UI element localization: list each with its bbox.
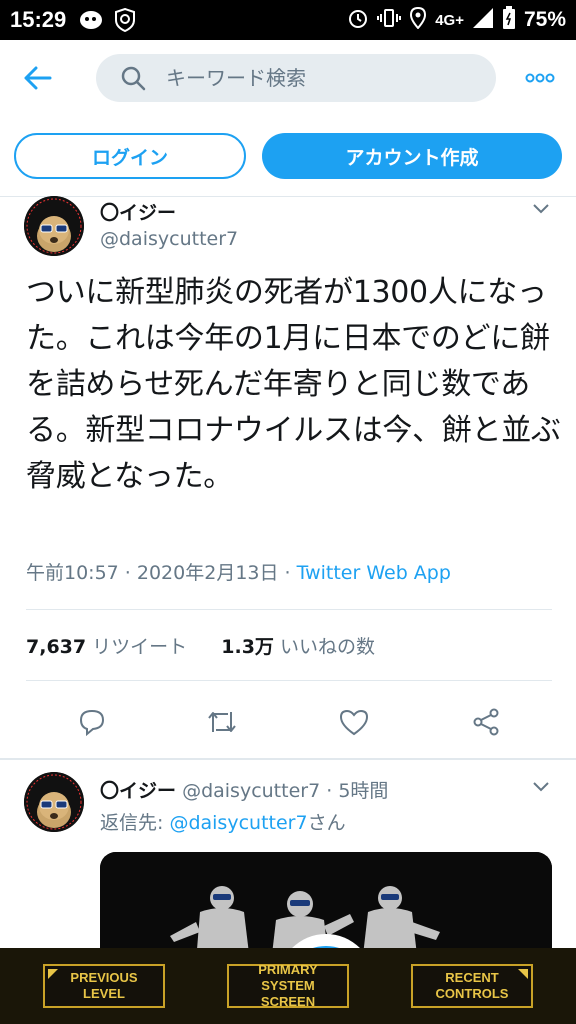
chevron-down-icon[interactable] [530, 198, 552, 220]
like-label[interactable]: いいねの数 [280, 636, 375, 658]
reply-suffix: さん [307, 812, 346, 834]
timestamp: 午前10:57 · 2020年2月13日 · [26, 562, 297, 584]
source-link[interactable]: Twitter Web App [297, 562, 451, 584]
network-type: 4G+ [435, 11, 464, 29]
display-name[interactable]: 〇イジー [100, 780, 176, 802]
corner-marker-icon [518, 969, 528, 979]
status-time: 15:29 [10, 7, 67, 32]
reply-header: 〇イジー @daisycutter7 · 5時間 [100, 780, 389, 802]
retweet-count[interactable]: 7,637 [26, 636, 86, 658]
share-icon[interactable] [470, 706, 502, 738]
primary-system-screen-button[interactable]: PRIMARY SYSTEM SCREEN [227, 962, 349, 1009]
retweet-icon[interactable] [206, 706, 238, 738]
search-input[interactable] [166, 66, 486, 90]
corner-marker-icon [48, 969, 58, 979]
accessibility-nav-overlay: PREVIOUS LEVEL PRIMARY SYSTEM SCREEN REC… [0, 948, 576, 1024]
vibrate-icon [377, 7, 402, 33]
heart-icon[interactable] [338, 706, 370, 738]
login-button[interactable]: ログイン [14, 133, 246, 179]
primary-system-screen-label: PRIMARY SYSTEM SCREEN [258, 962, 318, 1009]
chevron-down-icon[interactable] [530, 776, 552, 798]
tweet-meta: 午前10:57 · 2020年2月13日 · Twitter Web App [26, 558, 451, 585]
recent-controls-button[interactable]: RECENT CONTROLS [411, 964, 533, 1008]
avatar[interactable] [24, 772, 84, 832]
top-bar [0, 40, 576, 116]
signup-button[interactable]: アカウント作成 [262, 133, 562, 179]
recent-controls-label: RECENT CONTROLS [435, 970, 509, 1001]
search-bar[interactable] [96, 54, 496, 102]
user-handle[interactable]: @daisycutter7 [100, 228, 238, 250]
divider [0, 758, 576, 760]
time-ago[interactable]: 5時間 [338, 780, 388, 802]
retweet-label[interactable]: リツイート [92, 636, 187, 658]
app-notification-icon [78, 7, 104, 33]
tweet-text: ついに新型肺炎の死者が1300人になった。これは今年の1月に日本でのどに餅を詰め… [26, 275, 561, 494]
more-dots-icon[interactable] [520, 62, 560, 94]
reply-mention[interactable]: @daisycutter7 [169, 812, 307, 834]
location-icon [409, 6, 427, 33]
search-icon [118, 63, 148, 93]
battery-icon [502, 6, 516, 34]
reply-to: 返信先: @daisycutter7さん [100, 808, 346, 835]
reply-prefix: 返信先: [100, 812, 170, 834]
signal-icon [472, 7, 494, 33]
divider [26, 680, 552, 681]
avatar[interactable] [24, 196, 84, 256]
divider [0, 196, 576, 197]
battery-level: 75% [523, 8, 566, 31]
like-count[interactable]: 1.3万 [221, 636, 274, 658]
previous-level-label: PREVIOUS LEVEL [70, 970, 138, 1001]
shield-icon [112, 7, 138, 33]
reply-icon[interactable] [76, 706, 108, 738]
display-name[interactable]: 〇イジー [100, 198, 176, 225]
previous-level-button[interactable]: PREVIOUS LEVEL [43, 964, 165, 1008]
user-handle[interactable]: @daisycutter7 [182, 780, 320, 802]
alarm-icon [347, 7, 369, 33]
back-arrow-icon[interactable] [22, 62, 54, 94]
tweet-stats: 7,637 リツイート 1.3万 いいねの数 [26, 632, 375, 659]
divider [26, 609, 552, 610]
status-bar: 15:29 4G+ 75% [0, 0, 576, 40]
